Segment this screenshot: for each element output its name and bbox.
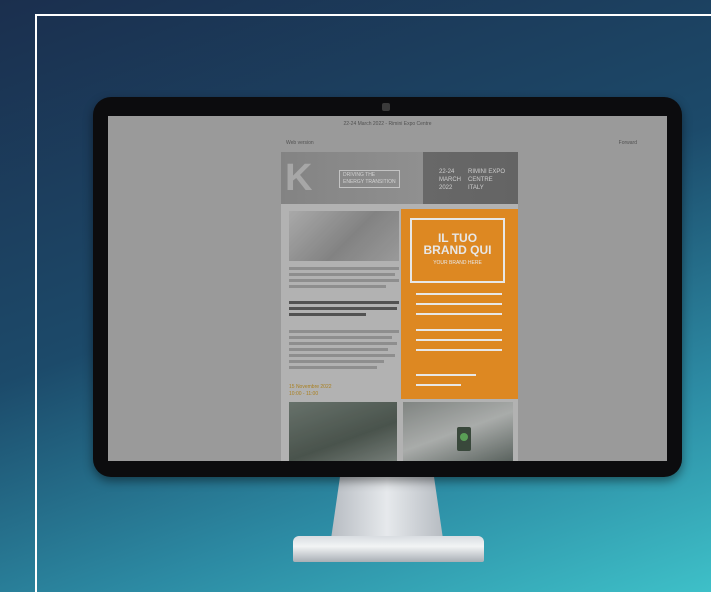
event-logo: K — [285, 157, 313, 199]
brand-title-line-2: BRAND QUI — [423, 243, 492, 257]
forward-link[interactable]: Forward — [619, 140, 637, 146]
article-date: 15 Novembre 2022 — [289, 384, 332, 390]
brand-text-line — [416, 329, 502, 331]
email-preheader: 22-24 March 2022 - Rimini Expo Centre — [343, 121, 432, 127]
brand-placeholder-box[interactable]: IL TUO BRAND QUI YOUR BRAND HERE — [401, 209, 518, 399]
brand-text-line — [416, 293, 502, 295]
monitor-stand-base — [293, 536, 484, 562]
monitor: 22-24 March 2022 - Rimini Expo Centre We… — [93, 97, 682, 477]
ev-parking-image — [289, 402, 397, 461]
brand-text-line — [416, 374, 476, 376]
article-datetime: 15 Novembre 2022 10:00 - 11:00 — [289, 384, 332, 398]
hero-tagline-line-1: DRIVING THE — [343, 172, 376, 178]
brand-title: IL TUO BRAND QUI — [412, 232, 503, 256]
hero-venue-line-2: CENTRE — [468, 177, 493, 183]
brand-text-line — [416, 303, 502, 305]
bold-paragraph — [289, 301, 399, 319]
hero-date-line-3: 2022 — [439, 185, 453, 191]
body-paragraph — [289, 330, 399, 372]
webcam-icon — [382, 103, 390, 111]
hero-tagline-line-2: ENERGY TRANSITION — [343, 179, 396, 185]
hero-date: 22-24 MARCH 2022 — [439, 168, 461, 192]
hero-tagline: DRIVING THE ENERGY TRANSITION — [339, 170, 400, 188]
smartphone-icon — [457, 427, 471, 451]
brand-text-line — [416, 384, 461, 386]
hero-venue: RIMINI EXPO CENTRE ITALY — [468, 168, 505, 192]
hero-venue-line-3: ITALY — [468, 185, 484, 191]
hero-date-line-1: 22-24 — [439, 169, 455, 175]
intro-paragraph — [289, 267, 399, 291]
article-time: 10:00 - 11:00 — [289, 391, 319, 397]
monitor-screen: 22-24 March 2022 - Rimini Expo Centre We… — [108, 116, 667, 461]
brand-subtitle: YOUR BRAND HERE — [433, 260, 482, 266]
ev-charging-image — [289, 211, 399, 261]
brand-text-line — [416, 313, 502, 315]
hero-venue-line-1: RIMINI EXPO — [468, 169, 506, 175]
brand-text-line — [416, 349, 502, 351]
hero-date-line-2: MARCH — [439, 177, 461, 183]
brand-logo-frame: IL TUO BRAND QUI YOUR BRAND HERE — [410, 218, 505, 283]
monitor-stand-neck — [331, 477, 443, 539]
email-newsletter: K DRIVING THE ENERGY TRANSITION 22-24 MA… — [281, 152, 518, 461]
brand-text-line — [416, 339, 502, 341]
web-version-link[interactable]: Web version — [286, 140, 314, 146]
email-hero-banner: K DRIVING THE ENERGY TRANSITION 22-24 MA… — [281, 152, 518, 204]
